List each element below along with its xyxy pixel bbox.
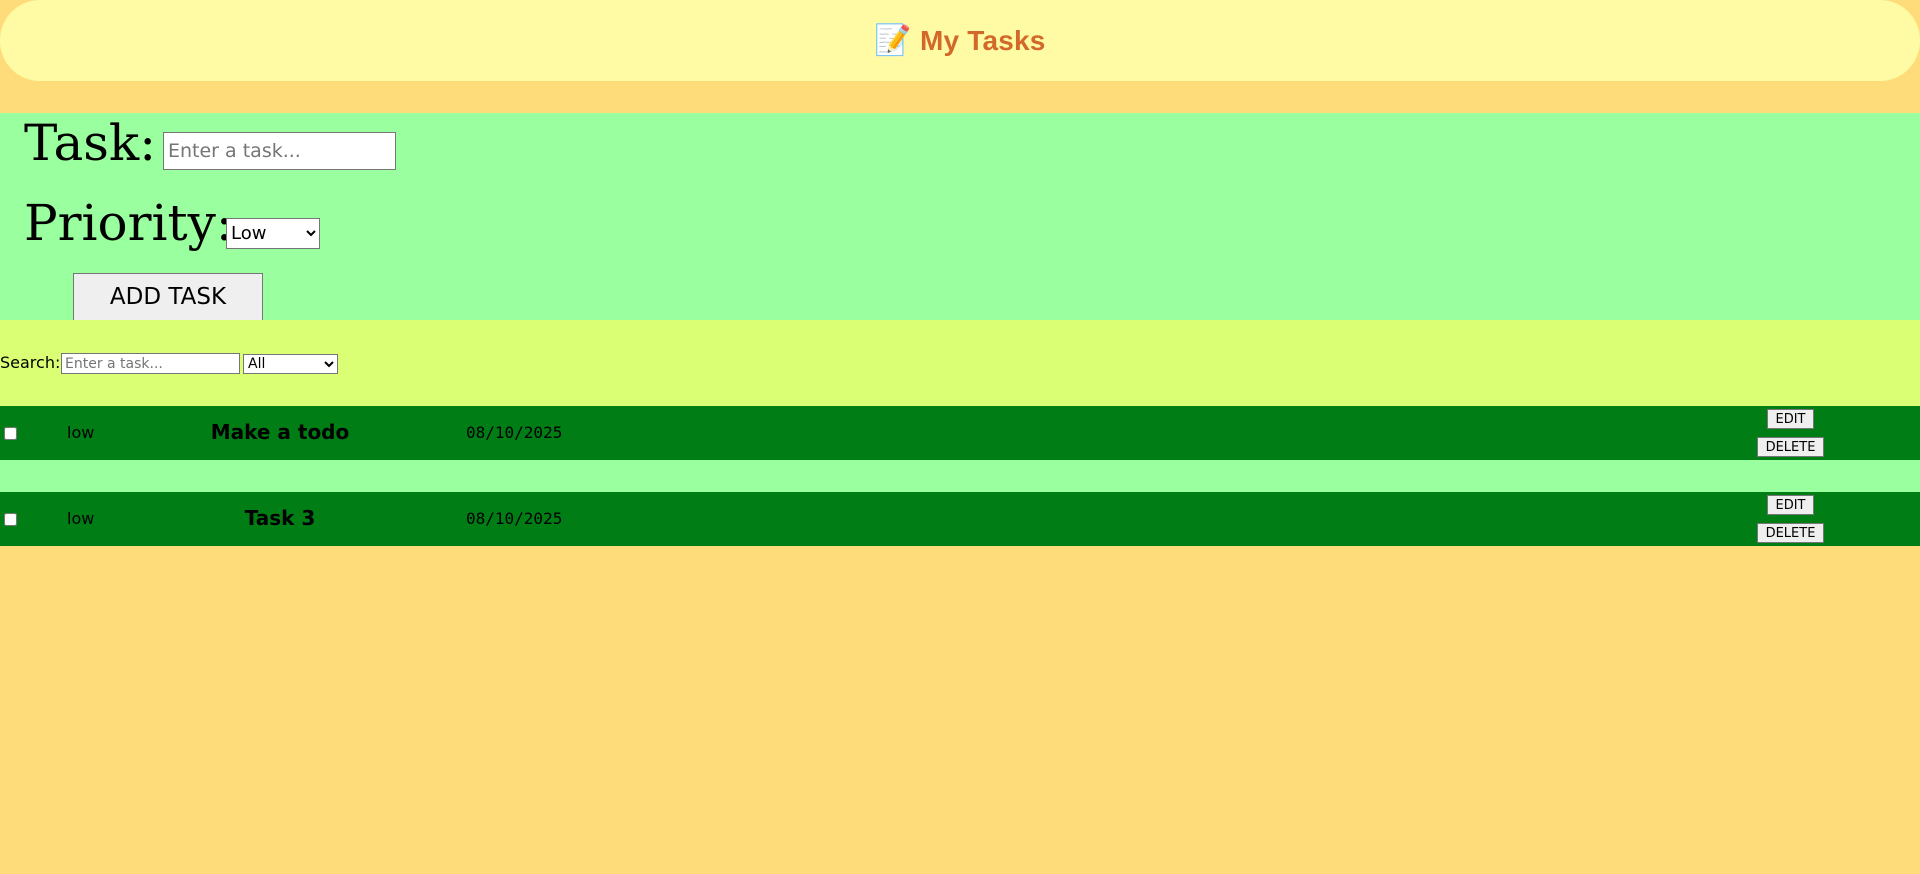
row-separator — [0, 460, 1920, 492]
search-input[interactable] — [61, 353, 240, 374]
task-label: Task: — [24, 114, 157, 172]
task-input[interactable] — [163, 132, 396, 170]
task-priority: low — [67, 423, 95, 442]
task-name: Task 3 — [244, 506, 316, 530]
edit-button[interactable]: EDIT — [1767, 409, 1814, 429]
filter-select[interactable]: All — [243, 354, 338, 374]
task-row: low Make a todo 08/10/2025 EDIT DELETE — [0, 406, 1920, 460]
page-title-text: My Tasks — [919, 24, 1046, 56]
priority-label: Priority: — [24, 194, 233, 252]
memo-icon: 📝 — [874, 24, 912, 57]
search-label: Search: — [0, 353, 61, 372]
delete-button[interactable]: DELETE — [1757, 437, 1824, 457]
header: 📝 My Tasks — [0, 0, 1920, 81]
task-row: low Task 3 08/10/2025 EDIT DELETE — [0, 492, 1920, 546]
task-complete-checkbox[interactable] — [4, 427, 17, 440]
task-complete-checkbox[interactable] — [4, 513, 17, 526]
page-title: 📝 My Tasks — [0, 0, 1920, 81]
add-task-button[interactable]: ADD TASK — [73, 273, 263, 321]
task-date: 08/10/2025 — [466, 509, 563, 528]
edit-button[interactable]: EDIT — [1767, 495, 1814, 515]
delete-button[interactable]: DELETE — [1757, 523, 1824, 543]
task-priority: low — [67, 509, 95, 528]
task-date: 08/10/2025 — [466, 423, 563, 442]
priority-select[interactable]: Low — [226, 218, 320, 249]
task-name: Make a todo — [210, 420, 350, 444]
